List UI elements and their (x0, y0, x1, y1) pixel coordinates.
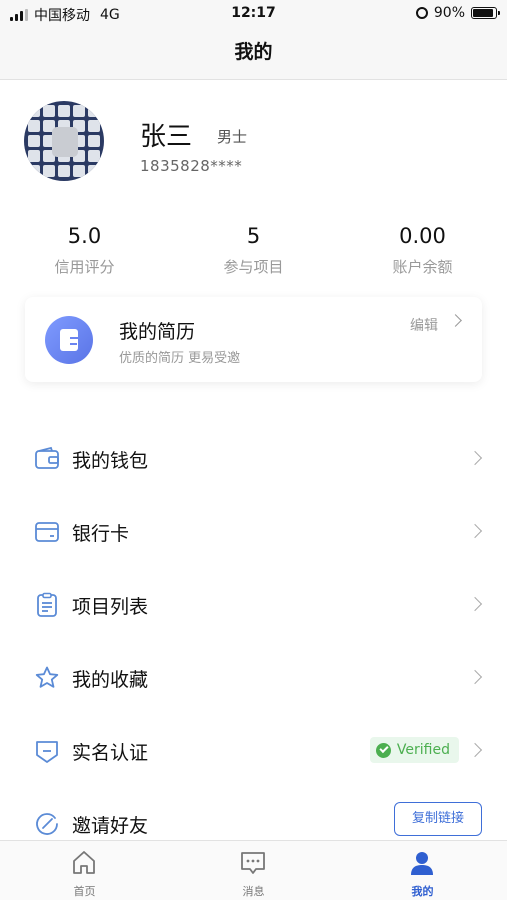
avatar[interactable] (24, 101, 104, 181)
clipboard-icon (37, 592, 57, 617)
invite-icon (36, 813, 58, 835)
tab-label: 我的 (411, 885, 434, 898)
menu-label: 项目列表 (72, 596, 149, 618)
resume-card[interactable]: 我的简历 优质的简历 更易受邀 编辑 (25, 297, 482, 382)
menu-label: 银行卡 (72, 523, 130, 545)
page-title: 我的 (234, 41, 273, 63)
chevron-right-icon (449, 314, 462, 327)
message-icon (241, 852, 265, 874)
stat-projects[interactable]: 5 参与项目 (169, 224, 338, 277)
menu-item-favorites[interactable]: 我的收藏 (0, 648, 507, 708)
verified-label: Verified (396, 742, 450, 758)
stat-value: 5.0 (67, 224, 102, 248)
resume-subtitle: 优质的简历 更易受邀 (119, 351, 241, 366)
chevron-right-icon (467, 596, 483, 612)
menu-label: 我的收藏 (72, 669, 149, 691)
chevron-right-icon (467, 669, 483, 685)
chevron-right-icon (467, 523, 483, 539)
stat-balance[interactable]: 0.00 账户余额 (338, 224, 507, 277)
resume-edit-button[interactable]: 编辑 (410, 315, 438, 335)
tab-mine[interactable]: 我的 (338, 841, 507, 900)
menu-item-wallet[interactable]: 我的钱包 (0, 429, 507, 489)
home-icon (73, 851, 95, 874)
menu-label: 邀请好友 (72, 815, 149, 837)
menu-label: 我的钱包 (72, 450, 149, 472)
chevron-right-icon (467, 450, 483, 466)
star-icon (35, 666, 59, 688)
user-phone: 1835828**** (140, 157, 243, 175)
stat-label: 参与项目 (223, 258, 284, 276)
menu-label: 实名认证 (72, 742, 149, 764)
check-circle-icon (375, 742, 391, 758)
stat-label: 账户余额 (392, 258, 453, 276)
stat-credit-score[interactable]: 5.0 信用评分 (0, 224, 169, 277)
wallet-icon (35, 446, 59, 469)
status-right: 90% (415, 5, 500, 21)
user-gender: 男士 (217, 128, 248, 146)
battery-percent: 90% (433, 5, 465, 21)
document-icon (45, 316, 93, 364)
user-name: 张三 (140, 122, 193, 152)
copy-link-button[interactable]: 复制链接 (394, 802, 482, 836)
tab-home[interactable]: 首页 (0, 841, 169, 900)
tab-messages[interactable]: 消息 (169, 841, 338, 900)
tab-label: 消息 (242, 885, 265, 898)
menu-item-verification[interactable]: 实名认证 Verified (0, 721, 507, 781)
shield-icon (36, 741, 58, 763)
stat-value: 5 (246, 224, 261, 248)
bank-card-icon (35, 522, 59, 542)
nav-bar: 我的 (0, 28, 507, 80)
verified-badge: Verified (369, 737, 459, 763)
menu-item-bank-card[interactable]: 银行卡 (0, 502, 507, 562)
chevron-right-icon (467, 742, 483, 758)
stats-row: 5.0 信用评分 5 参与项目 0.00 账户余额 (0, 224, 507, 277)
menu-item-project-list[interactable]: 项目列表 (0, 575, 507, 635)
tab-bar: 首页 消息 我的 (0, 840, 507, 900)
stat-label: 信用评分 (54, 258, 115, 276)
user-icon (411, 852, 433, 875)
battery-icon (471, 7, 500, 19)
stat-value: 0.00 (399, 224, 446, 248)
alarm-icon (415, 7, 428, 19)
tab-label: 首页 (73, 885, 96, 898)
status-bar: 中国移动 4G 12:17 90% (0, 0, 507, 28)
resume-title: 我的简历 (119, 321, 196, 343)
